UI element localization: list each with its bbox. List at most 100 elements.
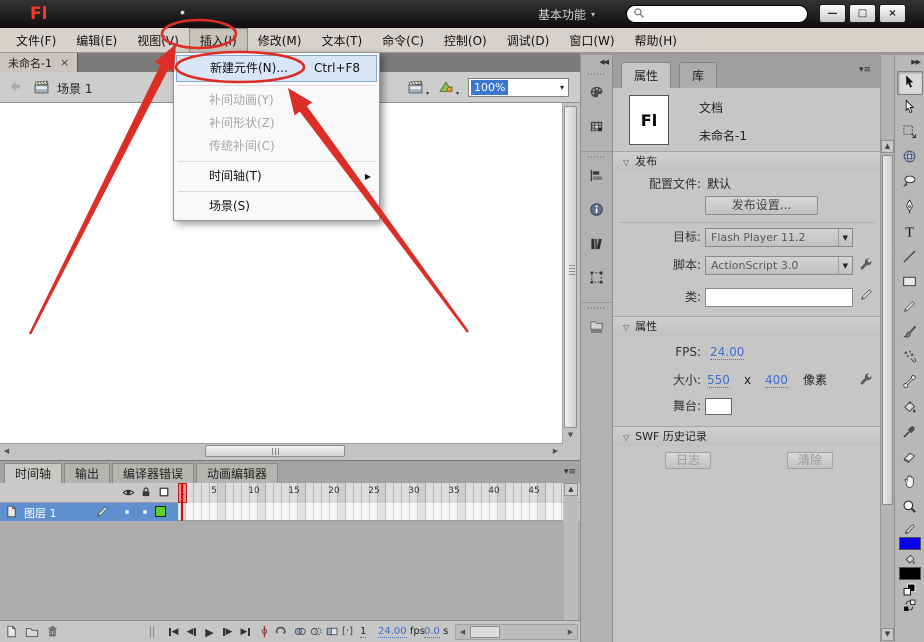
properties-section-header[interactable]: ▽属性: [613, 316, 881, 336]
hand-tool[interactable]: [897, 471, 923, 495]
components-panel-button[interactable]: [584, 315, 610, 341]
eyedropper-tool[interactable]: [897, 421, 923, 445]
layer-name[interactable]: 图层 1: [24, 505, 57, 521]
panel-divider-grip[interactable]: [150, 626, 156, 638]
swf-history-section-header[interactable]: ▽SWF 历史记录: [613, 426, 881, 446]
text-tool[interactable]: T: [897, 221, 923, 245]
target-dropdown[interactable]: Flash Player 11.2 ▼: [705, 228, 853, 247]
motion-presets-panel-button[interactable]: [584, 232, 610, 258]
size-width-value[interactable]: 550: [707, 371, 730, 390]
step-forward-button[interactable]: ▶: [219, 625, 236, 639]
minimize-button[interactable]: —: [819, 4, 846, 23]
new-layer-button[interactable]: [5, 625, 18, 641]
pen-tool[interactable]: [897, 196, 923, 220]
maximize-button[interactable]: □: [849, 4, 876, 23]
script-dropdown[interactable]: ActionScript 3.0 ▼: [705, 256, 853, 275]
properties-tab-0[interactable]: 属性: [621, 62, 671, 88]
close-tab-icon[interactable]: ×: [60, 57, 69, 68]
class-edit-pencil-icon[interactable]: [860, 288, 873, 304]
scroll-down-button[interactable]: ▼: [881, 628, 894, 641]
publish-section-header[interactable]: ▽发布: [613, 151, 881, 171]
close-button[interactable]: ×: [879, 4, 906, 23]
menubar-item-3[interactable]: 插入(I): [189, 28, 248, 52]
onion-skin-icon[interactable]: [294, 625, 307, 641]
menubar-item-8[interactable]: 调试(D): [497, 28, 560, 52]
onion-skin-outlines-icon[interactable]: [310, 625, 323, 641]
fps-value[interactable]: 24.00: [710, 343, 744, 362]
scroll-right-button[interactable]: ▶: [549, 445, 562, 458]
properties-scrollbar[interactable]: ▲ ▼: [880, 55, 894, 642]
layer-lock-dot[interactable]: [143, 510, 147, 514]
timeline-tab-3[interactable]: 动画编辑器: [196, 463, 278, 483]
scroll-up-button[interactable]: ▲: [881, 140, 894, 153]
show-hide-layers-icon[interactable]: [122, 486, 135, 502]
playhead[interactable]: [181, 483, 183, 522]
dock-gripper[interactable]: [588, 307, 606, 309]
menubar-item-2[interactable]: 视图(V): [127, 28, 189, 52]
menubar-item-6[interactable]: 命令(C): [372, 28, 434, 52]
frame-ruler[interactable]: 51015202530354045: [178, 483, 563, 503]
3d-rotation-tool[interactable]: [897, 146, 923, 170]
panel-menu-icon[interactable]: ▾≡: [859, 65, 871, 75]
layer-visible-dot[interactable]: [125, 510, 129, 514]
scroll-up-button[interactable]: ▲: [564, 483, 578, 496]
script-settings-wrench-icon[interactable]: [859, 257, 873, 274]
scrollbar-thumb[interactable]: [882, 155, 893, 505]
edit-scene-icon[interactable]: [408, 79, 425, 96]
timeline-horizontal-scrollbar[interactable]: ◀ ▶: [455, 624, 578, 640]
scrollbar-thumb[interactable]: [470, 626, 500, 638]
timeline-tab-0[interactable]: 时间轴: [4, 463, 62, 483]
class-input[interactable]: [705, 288, 853, 307]
insert-menu-item-1[interactable]: 补间动画(Y): [176, 89, 377, 112]
timeline-tab-2[interactable]: 编译器错误: [112, 463, 194, 483]
go-to-first-frame-button[interactable]: ◀: [165, 625, 182, 639]
scroll-right-button[interactable]: ▶: [564, 626, 577, 639]
bone-tool[interactable]: [897, 371, 923, 395]
go-to-last-frame-button[interactable]: ▶: [237, 625, 254, 639]
elapsed-time-value[interactable]: 0.0: [424, 626, 440, 638]
lasso-tool[interactable]: [897, 171, 923, 195]
eraser-tool[interactable]: [897, 446, 923, 470]
insert-menu-item-3[interactable]: 传统补间(C): [176, 135, 377, 158]
panel-menu-icon[interactable]: ▾≡: [564, 467, 576, 477]
insert-menu-item-5[interactable]: 场景(S): [176, 195, 377, 218]
default-colors-icon[interactable]: [897, 582, 923, 596]
scroll-left-button[interactable]: ◀: [0, 445, 13, 458]
timeline-layer-row[interactable]: 图层 1: [0, 503, 580, 521]
edit-symbols-icon[interactable]: [438, 79, 455, 96]
swap-colors-icon[interactable]: [897, 598, 923, 612]
menubar-item-1[interactable]: 编辑(E): [66, 28, 127, 52]
scroll-left-button[interactable]: ◀: [456, 626, 469, 639]
rectangle-tool[interactable]: [897, 271, 923, 295]
menubar-item-4[interactable]: 修改(M): [248, 28, 312, 52]
modify-markers-icon[interactable]: [·]: [342, 626, 353, 637]
dock-gripper[interactable]: [588, 73, 606, 75]
step-back-button[interactable]: ◀: [183, 625, 200, 639]
outline-layers-icon[interactable]: [158, 486, 170, 501]
frame-rate-value[interactable]: 24.00: [378, 626, 407, 638]
workspace-switcher[interactable]: 基本功能 ▾: [538, 6, 595, 23]
layer-panel[interactable]: 图层 1: [0, 503, 178, 521]
publish-settings-button[interactable]: 发布设置...: [705, 196, 818, 215]
frame-rate[interactable]: 24.00 fps: [378, 626, 425, 637]
fill-color-swatch[interactable]: [899, 567, 921, 580]
document-tab[interactable]: 未命名-1 ×: [0, 53, 78, 72]
color-panel-button[interactable]: [584, 81, 610, 107]
lock-layers-icon[interactable]: [140, 486, 152, 501]
menubar-item-9[interactable]: 窗口(W): [559, 28, 624, 52]
properties-tab-1[interactable]: 库: [679, 62, 717, 88]
insert-menu-item-0[interactable]: 新建元件(N)...Ctrl+F8: [176, 55, 377, 82]
menubar-item-0[interactable]: 文件(F): [6, 28, 66, 52]
canvas-vertical-scrollbar[interactable]: ▼: [563, 103, 578, 443]
scrollbar-thumb[interactable]: [564, 106, 577, 428]
menubar-item-10[interactable]: 帮助(H): [625, 28, 687, 52]
subselection-tool[interactable]: [897, 96, 923, 120]
paint-bucket-tool[interactable]: [897, 396, 923, 420]
canvas-horizontal-scrollbar[interactable]: ◀ ▶: [0, 443, 563, 458]
stage-color-swatch[interactable]: [705, 398, 732, 415]
deco-tool[interactable]: [897, 346, 923, 370]
info-panel-button[interactable]: [584, 198, 610, 224]
line-tool[interactable]: [897, 246, 923, 270]
dock-gripper[interactable]: [588, 156, 606, 158]
center-frame-icon[interactable]: [258, 625, 271, 641]
